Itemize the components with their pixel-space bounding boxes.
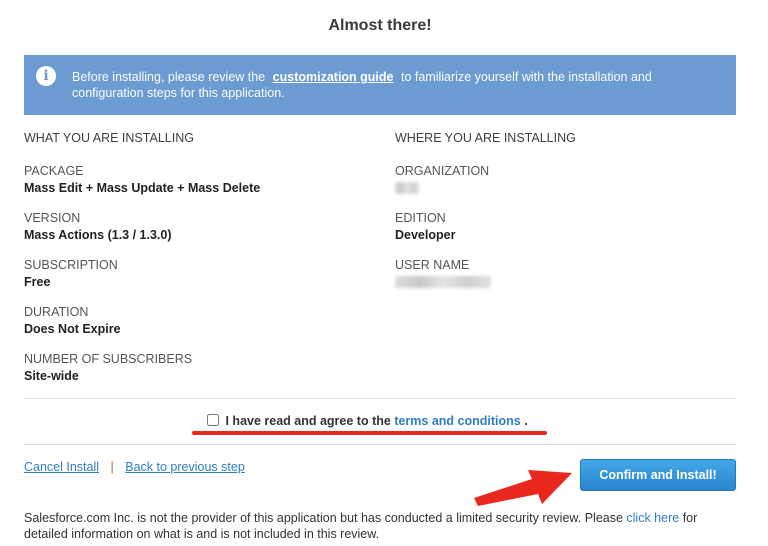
terms-agreement: I have read and agree to the terms and c… — [207, 414, 528, 428]
agree-text: I have read and agree to the — [225, 414, 391, 428]
organization-value-redacted — [395, 182, 419, 194]
subscription-value: Free — [24, 275, 51, 289]
agree-checkbox[interactable] — [207, 414, 219, 426]
banner-text-before: Before installing, please review the — [72, 70, 266, 84]
where-column: WHERE YOU ARE INSTALLING ORGANIZATION ED… — [395, 131, 735, 304]
subscription-field: SUBSCRIPTION Free — [24, 257, 364, 304]
red-underline-annotation — [192, 431, 547, 435]
duration-value: Does Not Expire — [24, 322, 121, 336]
terms-link[interactable]: terms and conditions — [394, 414, 520, 428]
subscription-label: SUBSCRIPTION — [24, 258, 118, 272]
confirm-install-button[interactable]: Confirm and Install! — [580, 459, 736, 491]
edition-field: EDITION Developer — [395, 210, 735, 257]
package-label: PACKAGE — [24, 164, 84, 178]
duration-label: DURATION — [24, 305, 89, 319]
username-label: USER NAME — [395, 258, 470, 272]
edition-label: EDITION — [395, 211, 446, 225]
organization-label: ORGANIZATION — [395, 164, 490, 178]
subscribers-label: NUMBER OF SUBSCRIBERS — [24, 352, 193, 366]
customization-guide-link[interactable]: customization guide — [273, 70, 394, 84]
version-field: VERSION Mass Actions (1.3 / 1.3.0) — [24, 210, 364, 257]
installing-heading: WHAT YOU ARE INSTALLING — [24, 131, 194, 145]
duration-field: DURATION Does Not Expire — [24, 304, 364, 351]
nav-separator: | — [110, 460, 114, 474]
username-value-redacted — [395, 276, 491, 288]
edition-value: Developer — [395, 228, 456, 242]
organization-field: ORGANIZATION — [395, 163, 735, 210]
info-icon: i — [36, 66, 56, 86]
package-value: Mass Edit + Mass Update + Mass Delete — [24, 181, 261, 195]
info-banner-text: Before installing, please review the cus… — [72, 69, 712, 101]
installing-column: WHAT YOU ARE INSTALLING PACKAGE Mass Edi… — [24, 131, 364, 398]
package-field: PACKAGE Mass Edit + Mass Update + Mass D… — [24, 163, 364, 210]
where-heading: WHERE YOU ARE INSTALLING — [395, 131, 576, 145]
footer-text-before: Salesforce.com Inc. is not the provider … — [24, 511, 623, 525]
version-label: VERSION — [24, 211, 81, 225]
agree-period: . — [524, 414, 528, 428]
nav-links: Cancel Install | Back to previous step — [24, 460, 245, 474]
info-banner: i Before installing, please review the c… — [24, 55, 736, 115]
red-arrow-annotation — [474, 470, 572, 506]
footer-disclaimer: Salesforce.com Inc. is not the provider … — [24, 510, 724, 542]
back-link[interactable]: Back to previous step — [125, 460, 245, 474]
subscribers-field: NUMBER OF SUBSCRIBERS Site-wide — [24, 351, 364, 398]
username-field: USER NAME — [395, 257, 735, 304]
cancel-install-link[interactable]: Cancel Install — [24, 460, 99, 474]
version-value: Mass Actions (1.3 / 1.3.0) — [24, 228, 172, 242]
page-title: Almost there! — [328, 17, 432, 34]
divider — [24, 444, 736, 445]
divider — [24, 398, 736, 399]
click-here-link[interactable]: click here — [626, 511, 679, 525]
subscribers-value: Site-wide — [24, 369, 79, 383]
